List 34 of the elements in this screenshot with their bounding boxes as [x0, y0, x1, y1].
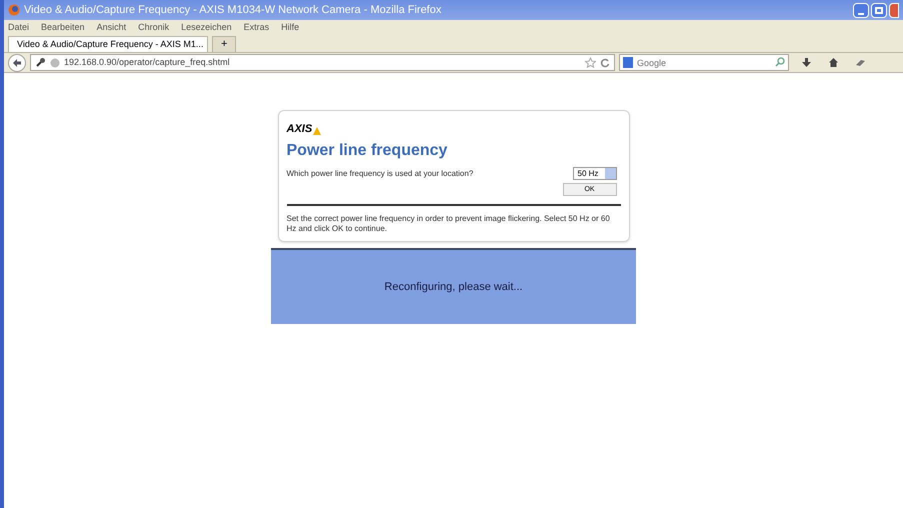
- menu-item[interactable]: Hilfe: [281, 20, 300, 34]
- question-text: Which power line frequency is used at your location?: [286, 168, 474, 180]
- menu-item[interactable]: Bearbeiten: [41, 20, 85, 34]
- bookmark-icon[interactable]: [855, 57, 866, 68]
- back-arrow-icon: [12, 58, 22, 68]
- new-tab-button[interactable]: +: [212, 36, 236, 52]
- maximize-button[interactable]: [871, 2, 887, 18]
- search-field[interactable]: Google: [619, 54, 789, 71]
- menu-item[interactable]: Datei: [8, 20, 30, 34]
- menu-item[interactable]: Chronik: [138, 20, 170, 34]
- download-icon[interactable]: [801, 57, 812, 68]
- url-text: 192.168.0.90/operator/capture_freq.shtml: [64, 56, 230, 69]
- menu-item[interactable]: Ansicht: [96, 20, 126, 34]
- description-text: Set the correct power line frequency in order to prevent image flickering. Select 50 Hz or 60 Hz and click OK to continue.: [286, 214, 611, 234]
- search-icon[interactable]: [775, 57, 785, 67]
- reconfiguring-message: Reconfiguring, please wait...: [384, 280, 523, 295]
- close-button[interactable]: [889, 2, 899, 18]
- back-button[interactable]: [8, 54, 26, 72]
- reload-icon[interactable]: [600, 58, 610, 68]
- home-icon[interactable]: [828, 57, 839, 68]
- menu-item[interactable]: Lesezeichen: [181, 20, 232, 34]
- browser-tab[interactable]: Video & Audio/Capture Frequency - AXIS M1...: [8, 36, 208, 52]
- address-bar[interactable]: 192.168.0.90/operator/capture_freq.shtml: [30, 54, 615, 71]
- minimize-button[interactable]: [853, 2, 869, 18]
- frequency-select[interactable]: 50 Hz: [572, 167, 616, 180]
- star-icon[interactable]: [585, 57, 596, 68]
- search-engine-icon: [623, 57, 633, 68]
- window-title: Video & Audio/Capture Frequency - AXIS M1034-W Network Camera - Mozilla Firefox: [24, 2, 442, 18]
- browser-logo-icon: [8, 4, 20, 16]
- triangle-logo-icon: [313, 127, 322, 135]
- key-icon: [35, 57, 46, 68]
- dialog-title: Power line frequency: [286, 141, 448, 161]
- menu-item[interactable]: Extras: [244, 20, 270, 34]
- logo-text: AXIS: [286, 124, 312, 135]
